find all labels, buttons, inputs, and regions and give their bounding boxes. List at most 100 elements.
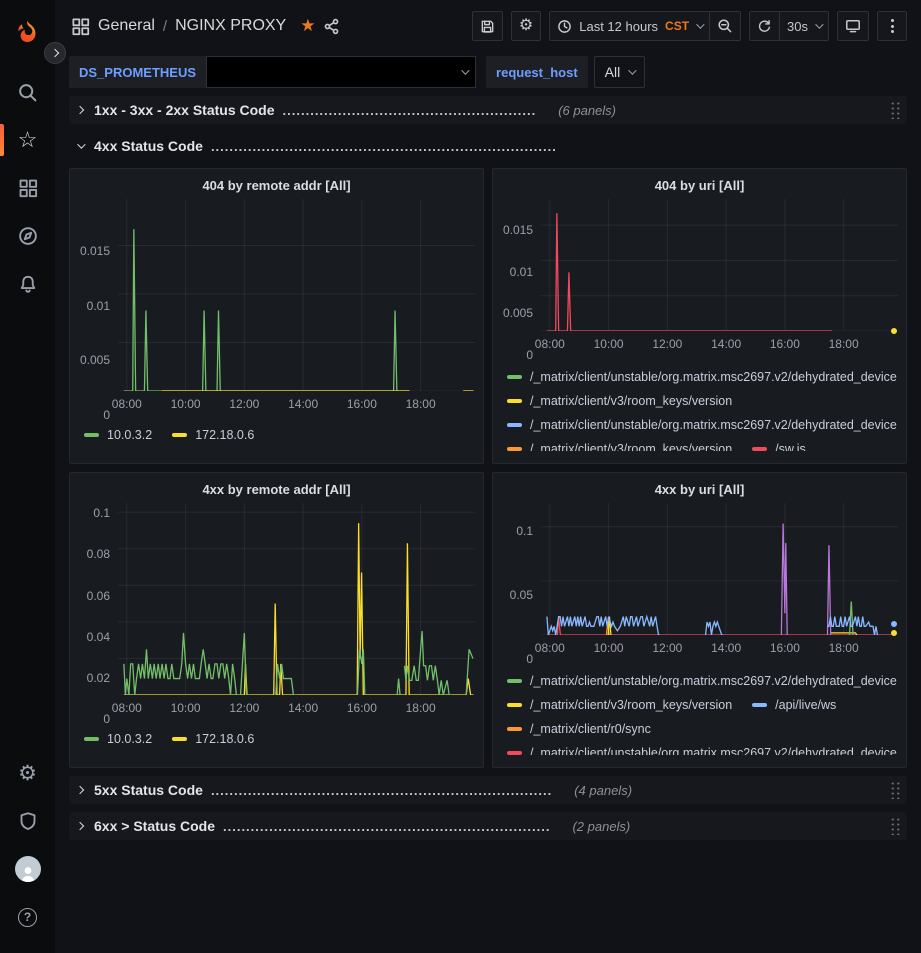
chart-series bbox=[397, 679, 400, 695]
legend-item[interactable]: /_matrix/client/unstable/org.matrix.msc2… bbox=[507, 741, 897, 755]
sidebar-item-dashboards[interactable] bbox=[0, 164, 55, 212]
save-dashboard-button[interactable] bbox=[472, 11, 503, 41]
chart-plot[interactable] bbox=[118, 199, 475, 391]
breadcrumb-separator: / bbox=[163, 18, 167, 35]
legend-swatch bbox=[507, 727, 522, 731]
chart-series bbox=[781, 524, 787, 635]
refresh-button[interactable] bbox=[749, 11, 780, 41]
legend-item[interactable]: 10.0.3.2 bbox=[84, 727, 152, 751]
legend-swatch bbox=[507, 751, 522, 755]
sidebar-item-server-admin[interactable] bbox=[0, 797, 55, 845]
variable-value-dropdown[interactable]: All bbox=[594, 56, 646, 88]
share-icon[interactable] bbox=[323, 18, 340, 35]
legend-item[interactable]: /_matrix/client/v3/room_keys/version bbox=[507, 437, 732, 451]
variable-ds-prometheus: DS_PROMETHEUS bbox=[69, 56, 476, 88]
sidebar-item-explore[interactable] bbox=[0, 212, 55, 260]
panel-legend: 10.0.3.2 172.18.0.6 bbox=[84, 727, 475, 751]
chart-series bbox=[706, 622, 724, 635]
panel-title[interactable]: 404 by uri [All] bbox=[501, 175, 898, 199]
search-icon bbox=[17, 82, 38, 103]
row-4xx[interactable]: 4xx Status Code ........................… bbox=[69, 132, 907, 160]
legend-item[interactable]: /_matrix/client/v3/room_keys/version bbox=[507, 693, 732, 717]
row-5xx[interactable]: 5xx Status Code ........................… bbox=[69, 776, 907, 804]
y-axis-tick: 0.015 bbox=[80, 244, 110, 258]
x-axis-tick: 18:00 bbox=[829, 641, 859, 655]
y-axis-tick: 0.1 bbox=[93, 506, 110, 520]
grafana-app: ☆ ⚙ bbox=[0, 0, 921, 953]
sidebar-item-settings[interactable]: ⚙ bbox=[0, 749, 55, 797]
breadcrumb-title[interactable]: NGINX PROXY bbox=[175, 17, 286, 35]
row-1xx-3xx-2xx[interactable]: 1xx - 3xx - 2xx Status Code ............… bbox=[69, 96, 907, 124]
zoom-out-button[interactable] bbox=[710, 11, 741, 41]
kiosk-mode-button[interactable] bbox=[837, 11, 869, 41]
y-axis-tick: 0.1 bbox=[516, 524, 533, 538]
chart-series bbox=[547, 617, 660, 635]
row-title: 4xx Status Code bbox=[94, 138, 203, 154]
settings-gear-icon: ⚙ bbox=[18, 763, 37, 784]
y-axis-tick: 0 bbox=[103, 408, 110, 422]
legend-swatch bbox=[507, 375, 522, 379]
gear-icon: ⚙ bbox=[519, 18, 533, 34]
sidebar-item-alerting[interactable] bbox=[0, 260, 55, 308]
legend-label: /_matrix/client/unstable/org.matrix.msc2… bbox=[530, 418, 897, 432]
legend-item[interactable]: /api/live/ws bbox=[752, 693, 836, 717]
legend-label: /_matrix/client/unstable/org.matrix.msc2… bbox=[530, 674, 897, 688]
row-drag-handle[interactable] bbox=[890, 101, 901, 119]
sidebar-toggle-button[interactable] bbox=[44, 42, 66, 64]
chart-series bbox=[404, 631, 451, 695]
breadcrumb-section[interactable]: General bbox=[98, 17, 155, 35]
sidebar-item-profile[interactable] bbox=[0, 845, 55, 893]
sidebar-item-help[interactable]: ? bbox=[0, 893, 55, 941]
variable-label[interactable]: DS_PROMETHEUS bbox=[69, 56, 206, 88]
legend-item[interactable]: 172.18.0.6 bbox=[172, 423, 254, 447]
variable-label[interactable]: request_host bbox=[486, 56, 588, 88]
user-avatar bbox=[15, 856, 41, 882]
legend-item[interactable]: /_matrix/client/unstable/org.matrix.msc2… bbox=[507, 413, 897, 437]
favorite-star-icon[interactable]: ★ bbox=[300, 16, 315, 36]
legend-swatch bbox=[752, 447, 767, 451]
series-end-dot bbox=[891, 621, 897, 627]
x-axis-tick: 14:00 bbox=[711, 337, 741, 351]
y-axis-tick: 0 bbox=[103, 712, 110, 726]
x-axis: 08:0010:0012:0014:0016:0018:00 bbox=[541, 335, 898, 355]
row-drag-handle[interactable] bbox=[890, 817, 901, 835]
y-axis: 00.0050.010.015 bbox=[78, 199, 118, 415]
chevron-right-icon bbox=[76, 786, 84, 794]
row-drag-handle[interactable] bbox=[890, 781, 901, 799]
more-options-button[interactable] bbox=[877, 11, 907, 41]
monitor-icon bbox=[845, 18, 861, 34]
row-6xx[interactable]: 6xx > Status Code ......................… bbox=[69, 812, 907, 840]
star-outline-icon: ☆ bbox=[18, 129, 38, 151]
panel-row: 404 by remote addr [All] 00.0050.010.015… bbox=[69, 168, 907, 464]
panel-title[interactable]: 4xx by uri [All] bbox=[501, 479, 898, 503]
panel-404-by-uri: 404 by uri [All] 00.0050.010.015 08:0010… bbox=[492, 168, 907, 464]
legend-item[interactable]: /_matrix/client/r0/sync bbox=[507, 717, 651, 741]
chart-plot[interactable] bbox=[541, 503, 898, 635]
kebab-menu-icon bbox=[891, 19, 894, 33]
row-title: 5xx Status Code bbox=[94, 782, 203, 798]
variable-value: All bbox=[605, 64, 621, 80]
legend-item[interactable]: /_matrix/client/v3/room_keys/version bbox=[507, 389, 732, 413]
panel-legend: 10.0.3.2 172.18.0.6 bbox=[84, 423, 475, 447]
x-axis-tick: 16:00 bbox=[770, 641, 800, 655]
panel-title[interactable]: 404 by remote addr [All] bbox=[78, 175, 475, 199]
legend-item[interactable]: /sw.js bbox=[752, 437, 806, 451]
panel-title[interactable]: 4xx by remote addr [All] bbox=[78, 479, 475, 503]
y-axis-tick: 0.01 bbox=[87, 299, 110, 313]
legend-item[interactable]: 10.0.3.2 bbox=[84, 423, 152, 447]
x-axis-tick: 08:00 bbox=[535, 641, 565, 655]
x-axis-tick: 10:00 bbox=[594, 337, 624, 351]
legend-item[interactable]: /_matrix/client/unstable/org.matrix.msc2… bbox=[507, 365, 897, 389]
refresh-interval-select[interactable]: 30s bbox=[780, 11, 829, 41]
chart-plot[interactable] bbox=[541, 199, 898, 331]
dashboard-settings-button[interactable]: ⚙ bbox=[511, 11, 541, 41]
sidebar-item-search[interactable] bbox=[0, 68, 55, 116]
sidebar-item-starred[interactable]: ☆ bbox=[0, 116, 55, 164]
variable-value-dropdown[interactable] bbox=[206, 56, 476, 88]
legend-item[interactable]: 172.18.0.6 bbox=[172, 727, 254, 751]
time-range-picker[interactable]: Last 12 hours CST bbox=[549, 11, 710, 41]
x-axis-tick: 08:00 bbox=[535, 337, 565, 351]
chart-plot[interactable] bbox=[118, 503, 475, 695]
legend-item[interactable]: /_matrix/client/unstable/org.matrix.msc2… bbox=[507, 669, 897, 693]
toolbar-actions: ⚙ Last 12 hours CST bbox=[472, 11, 907, 41]
